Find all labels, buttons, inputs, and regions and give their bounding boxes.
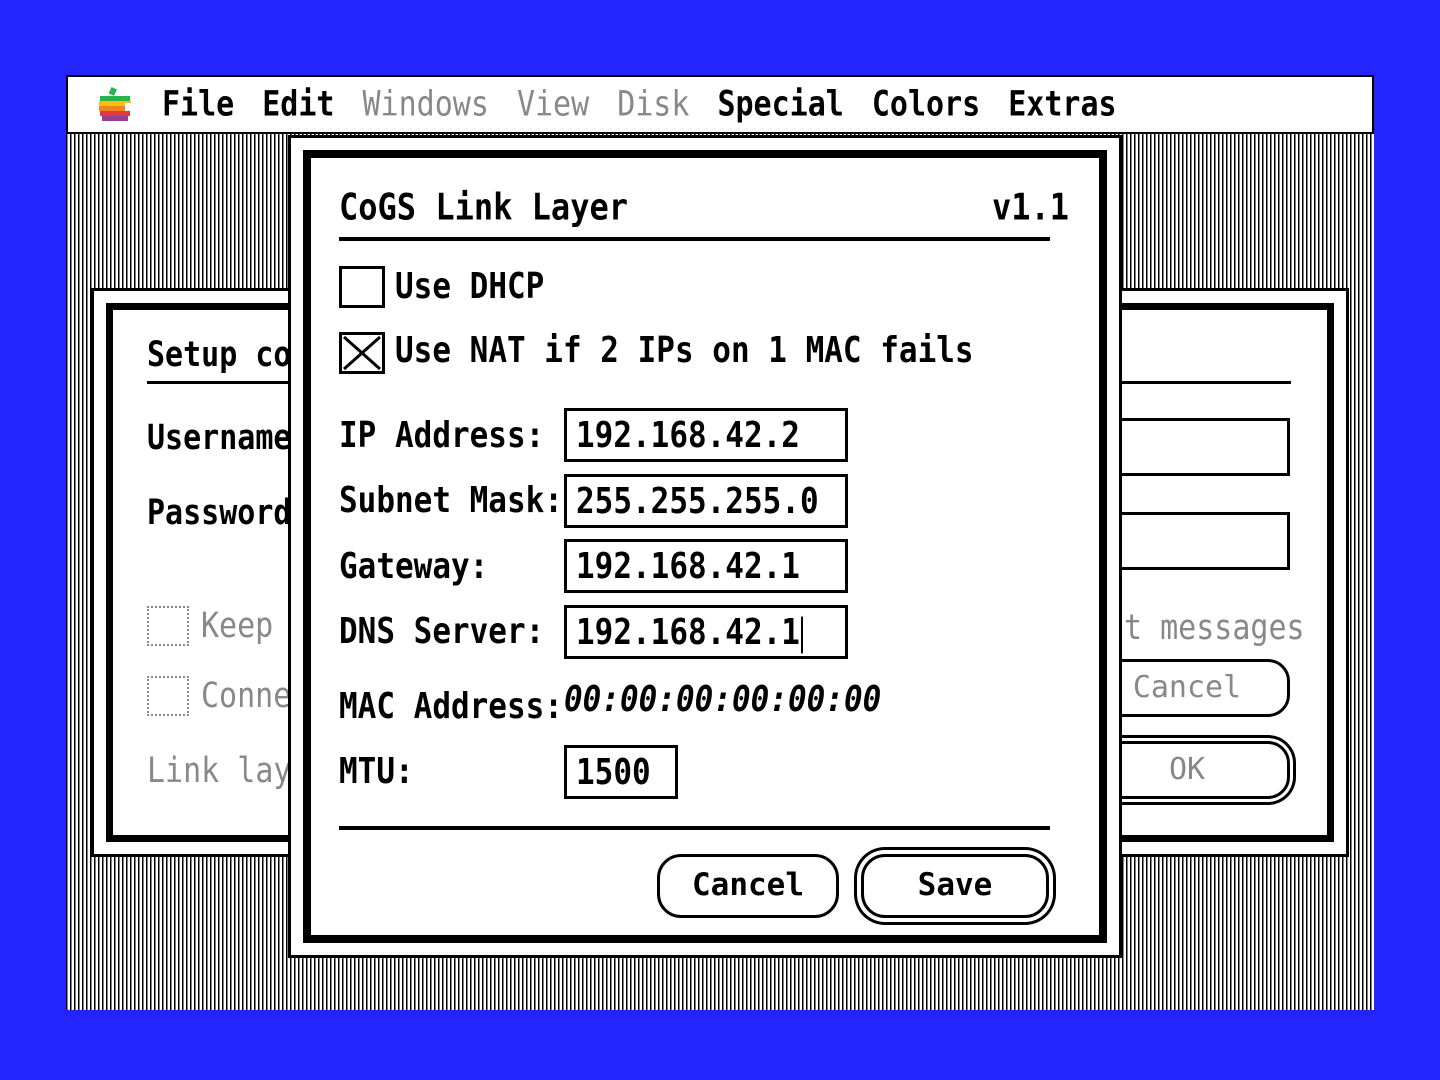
- subnet-mask-value: 255.255.255.0: [576, 481, 819, 523]
- mac-address-value: 00:00:00:00:00:00: [564, 679, 882, 721]
- username-label: Username:: [147, 418, 310, 459]
- use-dhcp-checkbox[interactable]: [339, 266, 385, 308]
- cancel-button[interactable]: Cancel: [657, 854, 839, 918]
- ip-address-field[interactable]: 192.168.42.2: [564, 408, 848, 462]
- keep-checkbox: [147, 606, 189, 646]
- save-button-label: Save: [917, 867, 993, 903]
- dns-server-field[interactable]: 192.168.42.1: [564, 605, 848, 659]
- gateway-field[interactable]: 192.168.42.1: [564, 539, 848, 593]
- menu-extras[interactable]: Extras: [1008, 84, 1116, 124]
- menu-windows: Windows: [362, 84, 489, 125]
- menu-file[interactable]: File: [162, 84, 234, 124]
- mac-address-label: MAC Address:: [339, 686, 563, 728]
- title-rule: [339, 237, 1050, 241]
- mtu-label: MTU:: [339, 751, 414, 793]
- menu-view: View: [516, 84, 590, 125]
- subnet-mask-label: Subnet Mask:: [339, 480, 563, 522]
- desktop: File Edit Windows View Disk Special Colo…: [66, 75, 1374, 1010]
- menu-colors[interactable]: Colors: [872, 84, 980, 124]
- apple-rainbow-icon[interactable]: [96, 86, 134, 124]
- dns-server-value: 192.168.42.1: [576, 612, 800, 654]
- ip-address-label: IP Address:: [339, 415, 545, 457]
- gateway-value: 192.168.42.1: [576, 546, 800, 588]
- dialog-version: v1.1: [991, 185, 1069, 229]
- use-nat-label[interactable]: Use NAT if 2 IPs on 1 MAC fails: [395, 330, 974, 371]
- save-button[interactable]: Save: [861, 854, 1049, 918]
- ip-address-value: 192.168.42.2: [576, 415, 800, 457]
- checkbox-x-icon: [343, 335, 381, 371]
- setup-title-rule: [147, 381, 307, 384]
- use-dhcp-label[interactable]: Use DHCP: [395, 266, 544, 307]
- messages-label: t messages: [1124, 608, 1305, 649]
- gateway-label: Gateway:: [339, 546, 489, 588]
- menu-bar: File Edit Windows View Disk Special Colo…: [66, 75, 1374, 134]
- menu-edit[interactable]: Edit: [262, 84, 334, 124]
- subnet-mask-field[interactable]: 255.255.255.0: [564, 474, 848, 528]
- cancel-button-label: Cancel: [692, 867, 804, 903]
- menu-special[interactable]: Special: [717, 84, 843, 124]
- setup-title-rule-right: [1119, 381, 1291, 384]
- text-cursor: [800, 616, 803, 653]
- menu-disk: Disk: [617, 84, 690, 125]
- setup-dialog-title: Setup con: [147, 335, 310, 376]
- mtu-value: 1500: [576, 752, 651, 794]
- mtu-field[interactable]: 1500: [564, 745, 678, 799]
- password-label: Password:: [147, 493, 310, 534]
- dialog-title: CoGS Link Layer: [339, 185, 628, 229]
- use-nat-checkbox[interactable]: [339, 332, 385, 374]
- link-layer-dialog: CoGS Link Layer v1.1 Use DHCP Use NAT if…: [288, 135, 1122, 958]
- dns-server-label: DNS Server:: [339, 611, 545, 653]
- connect-checkbox: [147, 676, 189, 716]
- buttons-rule: [339, 826, 1050, 830]
